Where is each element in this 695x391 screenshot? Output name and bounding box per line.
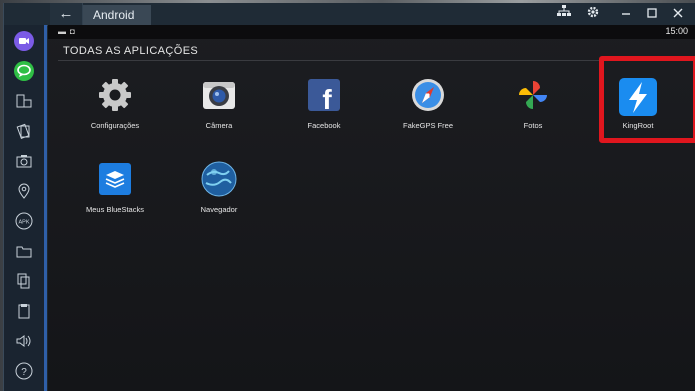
notification-icon: ▬ <box>58 27 66 36</box>
facebook-icon: f <box>306 77 342 115</box>
chat-icon[interactable] <box>12 59 36 83</box>
android-screen: ▬ ◘ 15:00 TODAS AS APLICAÇÕES Configuraç… <box>48 25 695 391</box>
bluestacks-icon <box>97 161 133 197</box>
app-label: Câmera <box>205 121 233 130</box>
gear-icon[interactable] <box>581 3 605 25</box>
location-icon[interactable] <box>12 179 36 203</box>
camera-icon[interactable] <box>12 149 36 173</box>
app-navegador[interactable]: Navegador <box>174 161 264 214</box>
tab-android[interactable]: Android <box>83 5 151 25</box>
camera-icon <box>201 77 237 113</box>
app-camera[interactable]: Câmera <box>174 77 264 130</box>
app-label: Meus BlueStacks <box>86 205 144 214</box>
title-bar: ← Android <box>4 3 695 26</box>
maximize-icon[interactable] <box>640 3 664 25</box>
sidebar: APK ? <box>4 25 47 391</box>
back-button[interactable]: ← <box>50 3 83 25</box>
settings-gear-icon <box>97 77 133 113</box>
bluestacks-window: ← Android APK ? ▬ ◘ 15:00 TODAS AS APLIC… <box>3 3 695 391</box>
apk-icon[interactable]: APK <box>12 209 36 233</box>
app-configuracoes[interactable]: Configurações <box>70 77 160 130</box>
app-label: FakeGPS Free <box>402 121 454 130</box>
highlight-frame <box>599 56 695 143</box>
layout-icon[interactable] <box>12 89 36 113</box>
globe-icon <box>201 161 237 197</box>
status-bar: ▬ ◘ 15:00 <box>48 25 695 39</box>
status-time: 15:00 <box>665 26 688 36</box>
section-title: TODAS AS APLICAÇÕES <box>63 45 199 57</box>
app-label: Configurações <box>90 121 140 130</box>
network-icon[interactable] <box>552 3 576 25</box>
app-fotos[interactable]: Fotos <box>488 77 578 130</box>
app-label: Fotos <box>523 121 543 130</box>
app-meus-bluestacks[interactable]: Meus BlueStacks <box>70 161 160 214</box>
app-facebook[interactable]: f Facebook <box>279 77 369 130</box>
photos-pinwheel-icon <box>515 77 551 113</box>
screenshot-icon: ◘ <box>70 27 75 36</box>
rotate-icon[interactable] <box>12 119 36 143</box>
svg-text:f: f <box>322 84 332 113</box>
compass-icon <box>410 77 446 113</box>
help-icon[interactable]: ? <box>12 359 36 383</box>
volume-icon[interactable] <box>12 329 36 353</box>
video-call-icon[interactable] <box>12 29 36 53</box>
paste-icon[interactable] <box>12 299 36 323</box>
app-fakegps[interactable]: FakeGPS Free <box>383 77 473 130</box>
minimize-icon[interactable] <box>614 3 638 25</box>
copy-icon[interactable] <box>12 269 36 293</box>
app-label: Facebook <box>307 121 341 130</box>
close-icon[interactable] <box>666 3 690 25</box>
folder-icon[interactable] <box>12 239 36 263</box>
svg-text:?: ? <box>21 367 27 378</box>
app-label: Navegador <box>200 205 238 214</box>
svg-text:APK: APK <box>18 220 29 226</box>
